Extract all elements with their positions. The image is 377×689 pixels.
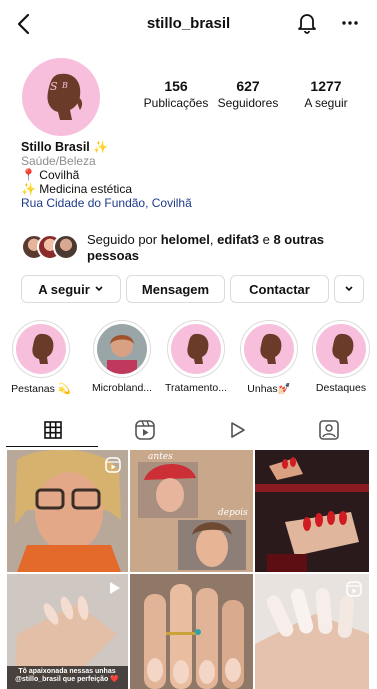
following-button-label: A seguir — [38, 281, 90, 297]
followed-by-user: edifat3 — [217, 232, 259, 247]
location-pin-icon: 📍 — [21, 168, 36, 182]
highlight-ring — [240, 320, 298, 378]
brand-logo-image: S B — [22, 58, 100, 136]
play-icon — [231, 422, 245, 438]
chevron-down-icon — [95, 286, 103, 292]
follower-avatar — [53, 234, 79, 260]
following-count: 1277 — [310, 78, 342, 94]
highlight-item[interactable]: Unhas💅🏻 — [236, 320, 302, 395]
post-caption: Tô apaixonada nessas unhas @stillo_brasi… — [15, 668, 119, 683]
highlight-cover-image — [16, 324, 66, 374]
grid-icon — [44, 421, 62, 439]
reel-icon — [105, 457, 121, 473]
message-button-label: Mensagem — [141, 281, 210, 297]
post-image — [255, 450, 369, 572]
highlight-ring — [93, 320, 151, 378]
highlight-item[interactable]: Destaques — [308, 320, 374, 394]
highlight-ring — [312, 320, 370, 378]
more-options-button[interactable] — [338, 12, 362, 34]
sparkle-icon: ✨ — [93, 140, 109, 154]
contact-button-label: Contactar — [249, 281, 310, 297]
highlight-cover-image — [316, 324, 366, 374]
tab-videos[interactable] — [190, 412, 284, 448]
profile-username: stillo_brasil — [146, 15, 231, 32]
stat-following[interactable]: 1277 A seguir — [284, 78, 368, 111]
highlight-cover-image — [171, 324, 221, 374]
highlight-label: Tratamento... — [164, 382, 228, 394]
notifications-button[interactable] — [297, 12, 317, 34]
profile-location: Covilhã — [39, 168, 80, 182]
profile-specialty: Medicina estética — [39, 182, 133, 196]
highlight-label: Destaques — [315, 382, 367, 394]
post-thumbnail[interactable]: Tô apaixonada nessas unhas @stillo_brasi… — [7, 574, 128, 689]
highlight-label: Pestanas 💫 — [11, 383, 71, 395]
followed-by[interactable]: Seguido por helomel, edifat3 e 8 outras … — [21, 232, 366, 264]
contact-button[interactable]: Contactar — [230, 275, 329, 303]
post-image — [130, 574, 253, 689]
posts-label: Publicações — [143, 96, 209, 110]
followers-count: 627 — [236, 78, 260, 94]
post-overlay-text: antes — [148, 452, 173, 462]
ellipsis-icon — [342, 21, 358, 25]
highlight-label: Unhas💅🏻 — [247, 383, 291, 395]
highlight-item[interactable]: Tratamento... — [163, 320, 229, 394]
profile-bio: Stillo Brasil ✨ Saúde/Beleza 📍 Covilhã ✨… — [21, 140, 361, 210]
play-icon — [110, 582, 120, 594]
followed-by-separator: , — [209, 232, 218, 247]
post-thumbnail[interactable] — [255, 450, 369, 572]
followed-by-conjunction: e — [259, 232, 274, 247]
following-label: A seguir — [304, 96, 348, 110]
active-tab-indicator — [6, 446, 98, 447]
bell-icon — [298, 14, 316, 34]
profile-stats: 156 Publicações 627 Seguidores 1277 A se… — [140, 78, 374, 111]
followed-by-prefix: Seguido por — [87, 232, 161, 247]
following-button[interactable]: A seguir — [21, 275, 121, 303]
highlight-cover-image — [244, 324, 294, 374]
svg-text:S: S — [50, 80, 58, 93]
post-overlay-text: depois — [218, 508, 248, 518]
tab-grid[interactable] — [6, 412, 100, 448]
back-button[interactable] — [14, 12, 36, 36]
tagged-icon — [319, 420, 339, 440]
post-thumbnail[interactable] — [130, 574, 253, 689]
followed-by-text: Seguido por helomel, edifat3 e 8 outras … — [87, 232, 367, 264]
followers-label: Seguidores — [217, 96, 279, 110]
sparkle-icon: ✨ — [21, 182, 36, 196]
highlight-ring — [12, 320, 70, 378]
post-thumbnail[interactable] — [255, 574, 369, 689]
top-bar: stillo_brasil — [0, 0, 377, 48]
tab-tagged[interactable] — [282, 412, 376, 448]
svg-text:B: B — [61, 81, 68, 90]
reel-icon — [346, 581, 362, 597]
highlight-item[interactable]: Microbland... — [89, 320, 155, 394]
highlight-label: Microbland... — [91, 382, 153, 394]
posts-grid: antes depois Tô apaixonada nessas unhas … — [7, 450, 369, 689]
stat-posts[interactable]: 156 Publicações — [140, 78, 212, 111]
chevron-left-icon — [17, 13, 30, 35]
suggestions-button[interactable] — [334, 275, 364, 303]
followed-by-user: helomel — [160, 232, 210, 247]
profile-tabs — [0, 412, 377, 448]
follower-avatars — [21, 234, 81, 260]
highlight-ring — [167, 320, 225, 378]
profile-address-link[interactable]: Rua Cidade do Fundão, Covilhã — [21, 196, 361, 210]
highlight-cover-image — [97, 324, 147, 374]
message-button[interactable]: Mensagem — [126, 275, 225, 303]
chevron-down-icon — [345, 286, 353, 292]
profile-category: Saúde/Beleza — [21, 154, 96, 168]
posts-count: 156 — [164, 78, 188, 94]
profile-avatar[interactable]: S B — [22, 58, 100, 136]
reels-icon — [135, 420, 155, 440]
post-thumbnail[interactable]: antes depois — [130, 450, 253, 572]
profile-name: Stillo Brasil — [21, 140, 90, 154]
highlight-item[interactable]: Pestanas 💫 — [8, 320, 74, 395]
tab-reels[interactable] — [98, 412, 192, 448]
stat-followers[interactable]: 627 Seguidores — [212, 78, 284, 111]
post-thumbnail[interactable] — [7, 450, 128, 572]
